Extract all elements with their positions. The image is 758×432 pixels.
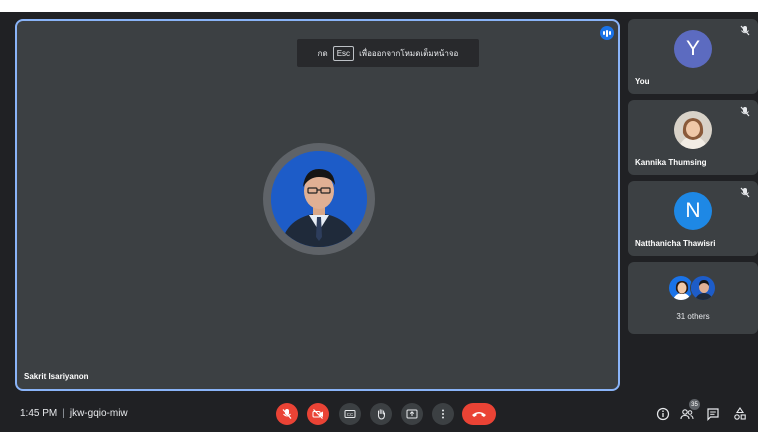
hang-up-icon [472, 412, 486, 417]
avatar [690, 275, 716, 301]
audio-level-icon [600, 26, 614, 40]
others-count-label: 31 others [676, 312, 710, 321]
participant-tile-you[interactable]: Y You [628, 19, 758, 94]
present-button[interactable] [401, 403, 423, 425]
bottom-control-bar: 1:45 PM | jkw-gqio-miw CC 35 [0, 396, 758, 432]
main-speaker-tile[interactable]: กด Esc เพื่อออกจากโหมดเต็มหน้าจอ Sakrit … [15, 19, 620, 391]
participant-count-badge: 35 [689, 399, 700, 410]
window-top-edge [0, 0, 758, 12]
more-options-button[interactable] [432, 403, 454, 425]
participant-tile-natthanicha[interactable]: N Natthanicha Thawisri [628, 181, 758, 256]
others-avatars [668, 275, 720, 305]
others-tile[interactable]: 31 others [628, 262, 758, 334]
speaker-avatar-ring [263, 143, 375, 255]
captions-button[interactable]: CC [339, 403, 361, 425]
mic-off-icon [740, 25, 750, 36]
meeting-details: 1:45 PM | jkw-gqio-miw [20, 408, 128, 419]
esc-key-label: Esc [332, 45, 355, 61]
info-icon[interactable] [656, 407, 670, 421]
people-button[interactable]: 35 [680, 399, 700, 421]
mic-off-icon [740, 106, 750, 117]
avatar [674, 111, 712, 149]
clock-time: 1:45 PM [20, 408, 58, 419]
captions-icon: CC [344, 410, 356, 418]
raise-hand-icon [377, 409, 385, 420]
mic-toggle-button[interactable] [276, 403, 298, 425]
hint-prefix: กด [317, 48, 328, 58]
chat-icon[interactable] [706, 407, 720, 421]
participant-tile-kannika[interactable]: Kannika Thumsing [628, 100, 758, 175]
participant-name: Kannika Thumsing [635, 158, 707, 167]
hint-suffix: เพื่อออกจากโหมดเต็มหน้าจอ [359, 48, 459, 58]
camera-off-icon [312, 409, 323, 419]
svg-text:CC: CC [347, 412, 354, 417]
leave-call-button[interactable] [462, 403, 496, 425]
avatar: Y [674, 30, 712, 68]
raise-hand-button[interactable] [370, 403, 392, 425]
avatar: N [674, 192, 712, 230]
meeting-code: jkw-gqio-miw [69, 408, 128, 419]
participant-name: Natthanicha Thawisri [635, 239, 716, 248]
speaker-avatar [271, 151, 367, 247]
fullscreen-exit-hint: กด Esc เพื่อออกจากโหมดเต็มหน้าจอ [297, 39, 479, 67]
mic-off-icon [740, 187, 750, 198]
activities-icon[interactable] [733, 407, 747, 421]
more-options-icon [442, 409, 444, 419]
camera-toggle-button[interactable] [307, 403, 329, 425]
mic-off-icon [282, 409, 292, 419]
present-icon [406, 409, 418, 419]
participant-name: You [635, 77, 650, 86]
separator: | [62, 408, 65, 419]
speaker-name: Sakrit Isariyanon [24, 372, 89, 381]
